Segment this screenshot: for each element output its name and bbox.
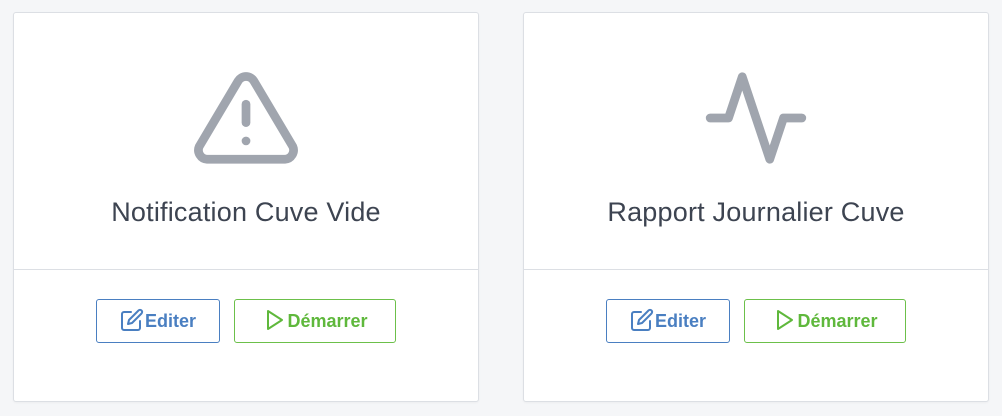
edit-button-label: Editer (654, 311, 706, 331)
card-header: Rapport Journalier Cuve (524, 13, 988, 270)
start-button-label: Démarrer (797, 311, 878, 331)
play-icon (777, 310, 794, 330)
activity-pulse-icon (701, 63, 811, 173)
warning-triangle-icon (191, 63, 301, 173)
edit-button[interactable]: Editer (96, 299, 220, 343)
start-button[interactable]: Démarrer (234, 299, 396, 343)
card-title: Notification Cuve Vide (111, 197, 381, 227)
play-icon (267, 310, 284, 330)
workflow-card: Notification Cuve Vide Editer Démarrer (13, 12, 479, 402)
workflow-card-grid: Notification Cuve Vide Editer Démarrer R… (0, 0, 1002, 416)
card-actions: Editer Démarrer (524, 299, 988, 343)
card-header: Notification Cuve Vide (14, 13, 478, 270)
workflow-card: Rapport Journalier Cuve Editer Démarrer (523, 12, 989, 402)
start-button[interactable]: Démarrer (744, 299, 906, 343)
start-button-label: Démarrer (287, 311, 368, 331)
edit-icon (120, 308, 144, 331)
card-title: Rapport Journalier Cuve (607, 197, 905, 227)
card-actions: Editer Démarrer (14, 299, 478, 343)
edit-button[interactable]: Editer (606, 299, 730, 343)
edit-icon (630, 308, 654, 331)
edit-button-label: Editer (144, 311, 196, 331)
